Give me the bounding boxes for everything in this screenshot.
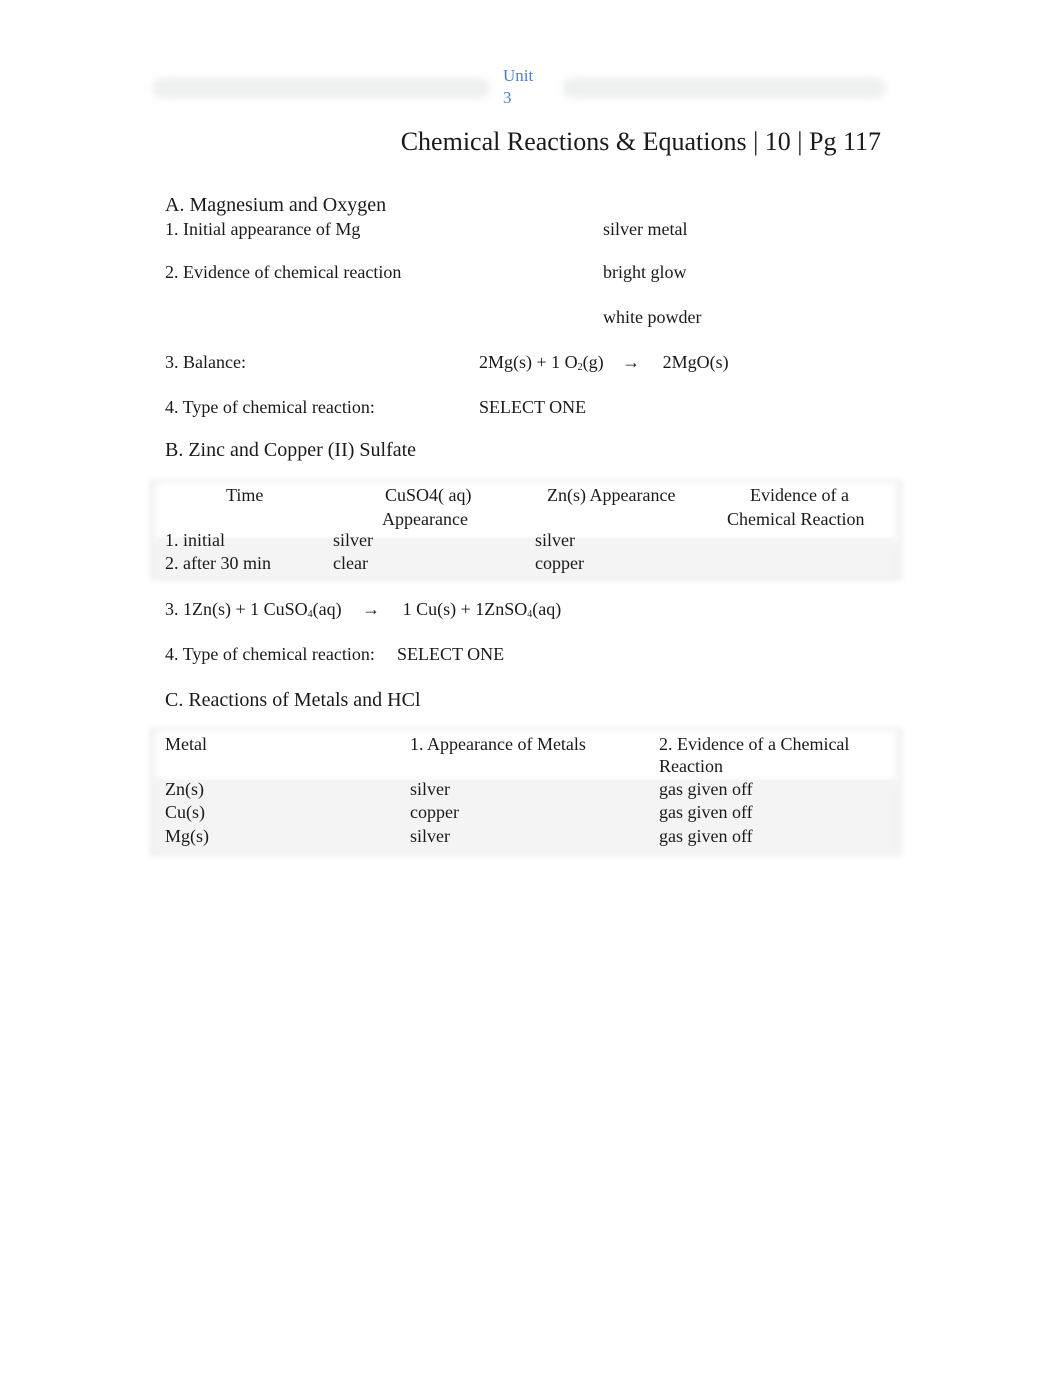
section-a-q2-answer-1[interactable]: bright glow (603, 261, 687, 283)
header-zn-appearance: Zn(s) Appearance (547, 485, 676, 505)
equation-right-state: (aq) (532, 599, 562, 619)
header-bar-right (562, 78, 887, 98)
header-evidence-line2: Chemical Reaction (727, 509, 865, 529)
header-bar-left (152, 78, 490, 98)
table-row-2-cuso4[interactable]: clear (333, 552, 368, 575)
unit-number: 3 (503, 88, 512, 107)
table-row-2-metal: Cu(s) (165, 802, 205, 822)
table-row-1-time: 1. initial (165, 530, 225, 550)
equation-right: 1 Cu(s) + 1ZnSO (402, 599, 528, 619)
table-row-2-appearance[interactable]: copper (410, 801, 459, 824)
header-evidence-line2: Reaction (659, 756, 723, 776)
table-row-3-appearance[interactable]: silver (410, 825, 450, 848)
zinc-copper-table: Time CuSO4( aq) Appearance Zn(s) Appeara… (152, 482, 900, 578)
unit-label-text: Unit (503, 66, 534, 85)
equation-left: 2Mg(s) + 1 O (479, 352, 578, 372)
equation-left: 3. 1Zn(s) + 1 CuSO (165, 599, 308, 619)
header-evidence-line1: 2. Evidence of a Chemical (659, 734, 850, 754)
section-a-q4-label: 4. Type of chemical reaction: (165, 397, 375, 417)
equation-right: 2MgO(s) (662, 352, 729, 372)
section-a-q2-answer-2[interactable]: white powder (603, 306, 701, 328)
table-row-1-appearance[interactable]: silver (410, 778, 450, 801)
table-row-3-metal: Mg(s) (165, 826, 209, 846)
section-b-q4-select[interactable]: SELECT ONE (397, 643, 504, 665)
header-appearance: 1. Appearance of Metals (410, 734, 586, 754)
header-cuso4: CuSO4( aq) (385, 485, 472, 505)
section-a-q4-select[interactable]: SELECT ONE (479, 396, 586, 418)
section-a-q1-label: 1. Initial appearance of Mg (165, 219, 361, 239)
table-row-1-zn[interactable]: silver (535, 529, 575, 552)
header-time: Time (226, 485, 264, 505)
table-row-1-metal: Zn(s) (165, 779, 204, 799)
section-b-heading: B. Zinc and Copper (II) Sulfate (165, 439, 417, 461)
table-row-2-evidence[interactable]: gas given off (659, 801, 753, 824)
section-a-q2-label: 2. Evidence of chemical reaction (165, 262, 402, 282)
table-row-3-evidence[interactable]: gas given off (659, 825, 753, 848)
metals-hcl-table: Metal 1. Appearance of Metals 2. Evidenc… (152, 730, 900, 854)
section-b-q4-label: 4. Type of chemical reaction: (165, 644, 375, 664)
section-a-q3-label: 3. Balance: (165, 352, 246, 372)
table-row-1-cuso4[interactable]: silver (333, 529, 373, 552)
section-c-heading: C. Reactions of Metals and HCl (165, 689, 421, 711)
section-b-q3-equation[interactable]: 3. 1Zn(s) + 1 CuSO4(aq) → 1 Cu(s) + 1ZnS… (165, 598, 561, 620)
equation-left-state: (aq) (312, 599, 342, 619)
table-body-bg (158, 780, 894, 850)
table-row-1-evidence[interactable]: gas given off (659, 778, 753, 801)
section-a-q3-equation[interactable]: 2Mg(s) + 1 O2(g) → 2MgO(s) (479, 351, 729, 373)
page-title: Chemical Reactions & Equations | 10 | Pg… (400, 127, 881, 156)
arrow-icon: → (362, 599, 381, 619)
header-cuso4-appearance: Appearance (382, 509, 468, 529)
table-row-2-zn[interactable]: copper (535, 552, 584, 575)
equation-state: (g) (582, 352, 604, 372)
section-a-q1-answer[interactable]: silver metal (603, 218, 687, 240)
table-row-2-time: 2. after 30 min (165, 553, 271, 573)
header-evidence-line1: Evidence of a (750, 485, 849, 505)
arrow-icon: → (622, 352, 641, 372)
unit-label: Unit 3 (503, 65, 533, 109)
header-metal: Metal (165, 734, 207, 754)
section-a-heading: A. Magnesium and Oxygen (165, 194, 387, 216)
